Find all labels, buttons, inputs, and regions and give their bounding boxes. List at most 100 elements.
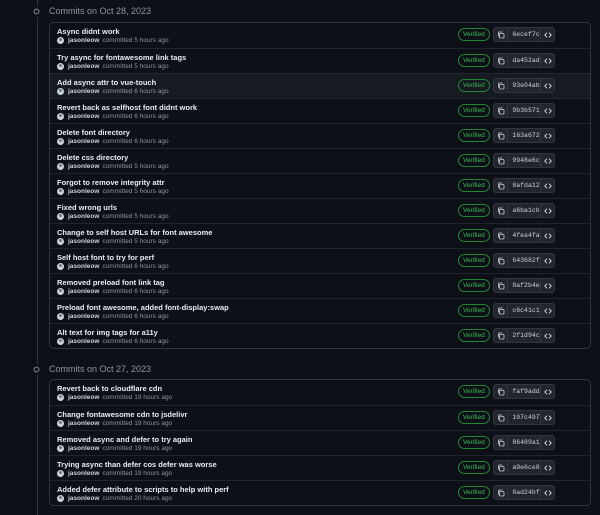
- commit-sha-link[interactable]: 9948e6c: [508, 154, 544, 167]
- copy-sha-button[interactable]: [494, 461, 508, 474]
- browse-repo-button[interactable]: [540, 253, 555, 268]
- commit-sha-link[interactable]: 9b3b571: [508, 104, 544, 117]
- browse-repo-button[interactable]: [540, 328, 555, 343]
- avatar[interactable]: [57, 163, 64, 170]
- commit-message-link[interactable]: Fixed wrong urls: [57, 203, 117, 212]
- browse-repo-button[interactable]: [540, 228, 555, 243]
- verified-badge[interactable]: Verified: [458, 179, 490, 192]
- commit-row[interactable]: Add async attr to vue-touch jasonleow co…: [50, 73, 590, 98]
- verified-badge[interactable]: Verified: [458, 279, 490, 292]
- browse-repo-button[interactable]: [540, 53, 555, 68]
- commit-author-link[interactable]: jasonleow: [68, 288, 99, 295]
- commit-sha-link[interactable]: 8af2b4e: [508, 279, 544, 292]
- avatar[interactable]: [57, 238, 64, 245]
- avatar[interactable]: [57, 138, 64, 145]
- commit-sha-link[interactable]: a9e6ce8: [508, 461, 544, 474]
- browse-repo-button[interactable]: [540, 384, 555, 399]
- commit-row[interactable]: Removed preload font link tag jasonleow …: [50, 273, 590, 298]
- avatar[interactable]: [57, 445, 64, 452]
- commit-message-link[interactable]: Trying async than defer cos defer was wo…: [57, 460, 217, 469]
- copy-sha-button[interactable]: [494, 329, 508, 342]
- commit-sha-link[interactable]: 2f1d94c: [508, 329, 544, 342]
- verified-badge[interactable]: Verified: [458, 79, 490, 92]
- copy-sha-button[interactable]: [494, 411, 508, 424]
- commit-row[interactable]: Change fontawesome cdn to jsdelivr jason…: [50, 405, 590, 430]
- commit-row[interactable]: Fixed wrong urls jasonleow committed 5 h…: [50, 198, 590, 223]
- copy-sha-button[interactable]: [494, 179, 508, 192]
- commit-author-link[interactable]: jasonleow: [68, 445, 99, 452]
- verified-badge[interactable]: Verified: [458, 154, 490, 167]
- commit-sha-link[interactable]: 86489a1: [508, 436, 544, 449]
- commit-row[interactable]: Change to self host URLs for font awesom…: [50, 223, 590, 248]
- avatar[interactable]: [57, 263, 64, 270]
- copy-sha-button[interactable]: [494, 129, 508, 142]
- commit-message-link[interactable]: Forgot to remove integrity attr: [57, 178, 165, 187]
- browse-repo-button[interactable]: [540, 460, 555, 475]
- copy-sha-button[interactable]: [494, 229, 508, 242]
- commit-author-link[interactable]: jasonleow: [68, 394, 99, 401]
- verified-badge[interactable]: Verified: [458, 129, 490, 142]
- avatar[interactable]: [57, 213, 64, 220]
- commit-message-link[interactable]: Change to self host URLs for font awesom…: [57, 228, 212, 237]
- commit-message-link[interactable]: Change fontawesome cdn to jsdelivr: [57, 410, 187, 419]
- commit-row[interactable]: Forgot to remove integrity attr jasonleo…: [50, 173, 590, 198]
- avatar[interactable]: [57, 113, 64, 120]
- browse-repo-button[interactable]: [540, 178, 555, 193]
- copy-sha-button[interactable]: [494, 54, 508, 67]
- commit-row[interactable]: Removed async and defer to try again jas…: [50, 430, 590, 455]
- browse-repo-button[interactable]: [540, 203, 555, 218]
- avatar[interactable]: [57, 338, 64, 345]
- verified-badge[interactable]: Verified: [458, 204, 490, 217]
- browse-repo-button[interactable]: [540, 435, 555, 450]
- commit-author-link[interactable]: jasonleow: [68, 470, 99, 477]
- copy-sha-button[interactable]: [494, 79, 508, 92]
- avatar[interactable]: [57, 63, 64, 70]
- browse-repo-button[interactable]: [540, 153, 555, 168]
- verified-badge[interactable]: Verified: [458, 254, 490, 267]
- verified-badge[interactable]: Verified: [458, 28, 490, 41]
- commit-author-link[interactable]: jasonleow: [68, 113, 99, 120]
- verified-badge[interactable]: Verified: [458, 329, 490, 342]
- avatar[interactable]: [57, 37, 64, 44]
- commit-message-link[interactable]: Removed async and defer to try again: [57, 435, 192, 444]
- commit-sha-link[interactable]: 163a672: [508, 129, 544, 142]
- copy-sha-button[interactable]: [494, 385, 508, 398]
- avatar[interactable]: [57, 313, 64, 320]
- verified-badge[interactable]: Verified: [458, 54, 490, 67]
- verified-badge[interactable]: Verified: [458, 411, 490, 424]
- commit-sha-link[interactable]: faf9add: [508, 385, 544, 398]
- verified-badge[interactable]: Verified: [458, 461, 490, 474]
- commit-author-link[interactable]: jasonleow: [68, 138, 99, 145]
- commit-author-link[interactable]: jasonleow: [68, 88, 99, 95]
- commit-message-link[interactable]: Preload font awesome, added font-display…: [57, 303, 229, 312]
- copy-sha-button[interactable]: [494, 486, 508, 499]
- avatar[interactable]: [57, 420, 64, 427]
- copy-sha-button[interactable]: [494, 104, 508, 117]
- commit-row[interactable]: Revert back to cloudflare cdn jasonleow …: [50, 380, 590, 405]
- commit-sha-link[interactable]: 8ad24bf: [508, 486, 544, 499]
- commit-message-link[interactable]: Async didnt work: [57, 27, 120, 36]
- commit-author-link[interactable]: jasonleow: [68, 238, 99, 245]
- commit-message-link[interactable]: Added defer attribute to scripts to help…: [57, 485, 229, 494]
- commit-row[interactable]: Delete font directory jasonleow committe…: [50, 123, 590, 148]
- commit-sha-link[interactable]: 6ecef7c: [508, 28, 544, 41]
- copy-sha-button[interactable]: [494, 436, 508, 449]
- commit-row[interactable]: Added defer attribute to scripts to help…: [50, 480, 590, 505]
- commit-message-link[interactable]: Revert back as selfhost font didnt work: [57, 103, 197, 112]
- commit-author-link[interactable]: jasonleow: [68, 37, 99, 44]
- commit-sha-link[interactable]: c6c41c1: [508, 304, 544, 317]
- verified-badge[interactable]: Verified: [458, 436, 490, 449]
- browse-repo-button[interactable]: [540, 410, 555, 425]
- commit-author-link[interactable]: jasonleow: [68, 188, 99, 195]
- avatar[interactable]: [57, 88, 64, 95]
- browse-repo-button[interactable]: [540, 78, 555, 93]
- commit-row[interactable]: Alt text for img tags for a11y jasonleow…: [50, 323, 590, 348]
- browse-repo-button[interactable]: [540, 27, 555, 42]
- avatar[interactable]: [57, 188, 64, 195]
- commit-sha-link[interactable]: 107c497: [508, 411, 544, 424]
- commit-message-link[interactable]: Delete font directory: [57, 128, 130, 137]
- copy-sha-button[interactable]: [494, 279, 508, 292]
- avatar[interactable]: [57, 495, 64, 502]
- commit-message-link[interactable]: Revert back to cloudflare cdn: [57, 384, 162, 393]
- commit-message-link[interactable]: Removed preload font link tag: [57, 278, 165, 287]
